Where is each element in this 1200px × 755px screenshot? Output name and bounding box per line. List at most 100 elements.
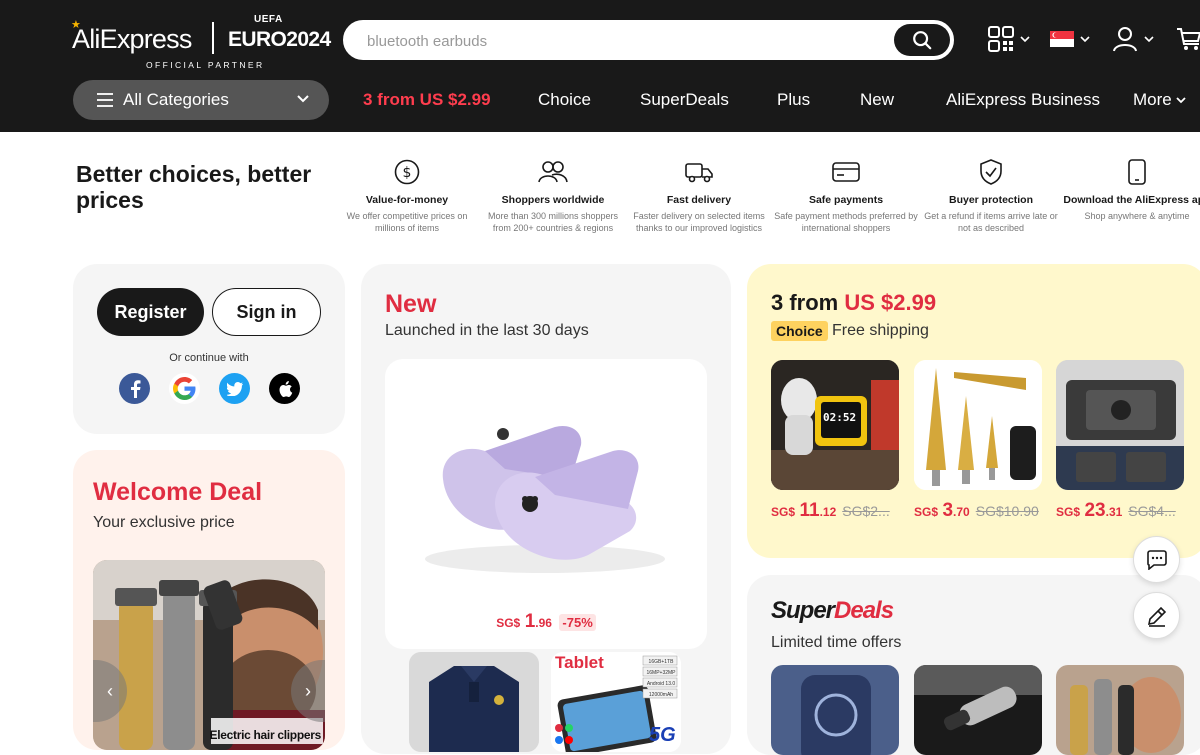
choice-item-clock[interactable]: 02:52: [771, 360, 899, 490]
all-categories-button[interactable]: All Categories: [73, 80, 329, 120]
tablet-specs: 16GB+1TB 16MP+32MP Android 13.0 12000mAh: [644, 657, 678, 701]
search-input[interactable]: [367, 31, 867, 51]
welcome-deal-subtitle: Your exclusive price: [93, 514, 235, 531]
people-icon: [538, 161, 568, 183]
sign-in-button[interactable]: Sign in: [212, 288, 321, 336]
feedback-button[interactable]: [1133, 592, 1180, 639]
hair-clippers-illustration: [93, 560, 325, 750]
superdeals-card: SuperDeals Limited time offers: [747, 575, 1200, 755]
choice-item-price: SG$ 23.31 SG$4...: [1056, 500, 1176, 522]
choice-deals-card: 3 from US $2.99 Choice Free shipping 02:…: [747, 264, 1200, 558]
superdeals-logo-super: Super: [771, 597, 835, 624]
new-main-price: SG$ 1.96 -75%: [385, 611, 707, 633]
search-icon: [913, 31, 932, 50]
superdeals-item-car-vacuum[interactable]: [914, 665, 1042, 755]
original-price: SG$10.90: [975, 503, 1039, 519]
logo-separator: [212, 22, 214, 54]
tablet-5g-label: 5G: [649, 724, 676, 746]
tagline: Better choices, better prices: [76, 161, 312, 213]
chat-bubble-icon: [1146, 549, 1167, 570]
price-currency: SG$: [914, 505, 939, 519]
aliexpress-euro2024-logo[interactable]: ★ AliExpress UEFA EURO2024 OFFICIAL PARTN…: [71, 14, 332, 74]
polo-shirt-image: [409, 652, 539, 752]
price-decimal: .70: [953, 505, 970, 519]
choice-item-price: SG$ 3.70 SG$10.90: [914, 500, 1039, 522]
superdeals-logo-deals: Deals: [834, 597, 894, 624]
superdeals-logo[interactable]: SuperDeals: [771, 597, 894, 625]
chevron-down-icon: [1080, 36, 1090, 43]
superdeals-item-hair-clippers[interactable]: [1056, 665, 1184, 755]
step-drill-bits-image: [914, 360, 1042, 490]
price-integer: 3: [942, 500, 954, 521]
new-arrivals-card: New Launched in the last 30 days SG$ 1.9…: [361, 264, 731, 754]
benefit-title: Shoppers worldwide: [501, 194, 605, 206]
google-login-button[interactable]: [169, 373, 200, 404]
choice-title-prefix: 3 from: [771, 290, 845, 315]
truck-icon: [685, 163, 713, 183]
search-button[interactable]: [894, 24, 950, 56]
welcome-deal-title: Welcome Deal: [93, 478, 263, 506]
nav-more[interactable]: More: [1133, 90, 1186, 110]
dollar-circle-icon: $: [394, 159, 420, 185]
tablet-spec: 16MP+32MP: [646, 670, 676, 676]
phone-icon: [1128, 159, 1146, 185]
facebook-login-button[interactable]: [119, 373, 150, 404]
price-currency: SG$: [1056, 505, 1081, 519]
new-main-product[interactable]: SG$ 1.96 -75%: [385, 359, 707, 649]
shield-check-icon: [980, 159, 1002, 185]
uefa-label: UEFA: [254, 14, 283, 25]
euro2024-label: EURO2024: [228, 28, 331, 51]
benefit-download-app[interactable]: Download the AliExpress app Shop anywher…: [1062, 158, 1200, 222]
nav-aliexpress-business[interactable]: AliExpress Business: [946, 90, 1100, 110]
account-menu[interactable]: [1112, 24, 1154, 54]
astronaut-clock-image: [771, 360, 899, 490]
nav-new[interactable]: New: [860, 90, 894, 110]
benefit-desc: Safe payment methods preferred by intern…: [774, 211, 918, 233]
benefit-desc: More than 300 millions shoppers from 200…: [487, 211, 619, 233]
benefit-title: Download the AliExpress app: [1063, 194, 1200, 206]
benefit-title: Safe payments: [808, 194, 884, 206]
qr-code-menu[interactable]: [988, 24, 1030, 54]
tablet-spec: 16GB+1TB: [648, 659, 674, 665]
choice-item-drill-bits[interactable]: [914, 360, 1042, 490]
tablet-label: Tablet: [555, 653, 604, 672]
choice-title-price: US $2.99: [844, 290, 937, 315]
chevron-left-icon: ‹: [107, 680, 113, 701]
welcome-deal-card[interactable]: Welcome Deal Your exclusive price Electr…: [73, 450, 345, 750]
benefit-shoppers-worldwide: Shoppers worldwide More than 300 million…: [479, 158, 627, 234]
free-shipping-label: Free shipping: [832, 322, 929, 339]
price-decimal: .96: [535, 616, 552, 630]
credit-card-icon: [832, 162, 860, 182]
menu-icon: [97, 93, 113, 107]
top-header: ★ AliExpress UEFA EURO2024 OFFICIAL PARTN…: [0, 0, 1200, 132]
country-selector[interactable]: [1050, 24, 1090, 54]
new-thumb-polo-shirt[interactable]: [409, 652, 539, 752]
official-partner-label: OFFICIAL PARTNER: [146, 60, 265, 70]
chevron-down-icon: [1020, 36, 1030, 43]
new-title: New: [385, 290, 437, 318]
superdeals-item-phone-case[interactable]: [771, 665, 899, 755]
benefit-desc: We offer competitive prices on millions …: [346, 211, 468, 233]
benefit-title: Buyer protection: [948, 194, 1033, 206]
chevron-right-icon: ›: [305, 680, 311, 701]
apple-icon: [279, 380, 292, 397]
register-button[interactable]: Register: [97, 288, 204, 336]
benefit-safe-payments: Safe payments Safe payment methods prefe…: [772, 158, 920, 234]
choice-badge: Choice: [771, 321, 828, 341]
singapore-flag-icon: [1050, 31, 1074, 47]
cart-icon: [1177, 28, 1200, 50]
nav-plus[interactable]: Plus: [777, 90, 810, 110]
twitter-login-button[interactable]: [219, 373, 250, 404]
nav-superdeals[interactable]: SuperDeals: [640, 90, 729, 110]
chat-support-button[interactable]: [1133, 536, 1180, 583]
nav-choice[interactable]: Choice: [538, 90, 591, 110]
price-decimal: .12: [819, 505, 837, 519]
hair-clippers-product-image[interactable]: Electric hair clippers ‹ ›: [93, 560, 325, 750]
choice-item-camera-mount[interactable]: [1056, 360, 1184, 490]
apple-login-button[interactable]: [269, 373, 300, 404]
original-price: SG$2...: [842, 503, 890, 519]
benefit-desc: Faster delivery on selected items thanks…: [633, 211, 765, 233]
new-thumb-tablet[interactable]: Tablet 16GB+1TB 16MP+32MP Android 13.0 1…: [551, 652, 681, 752]
cart-button[interactable]: [1176, 24, 1200, 54]
nav-3-from-deal[interactable]: 3 from US $2.99: [363, 90, 491, 110]
